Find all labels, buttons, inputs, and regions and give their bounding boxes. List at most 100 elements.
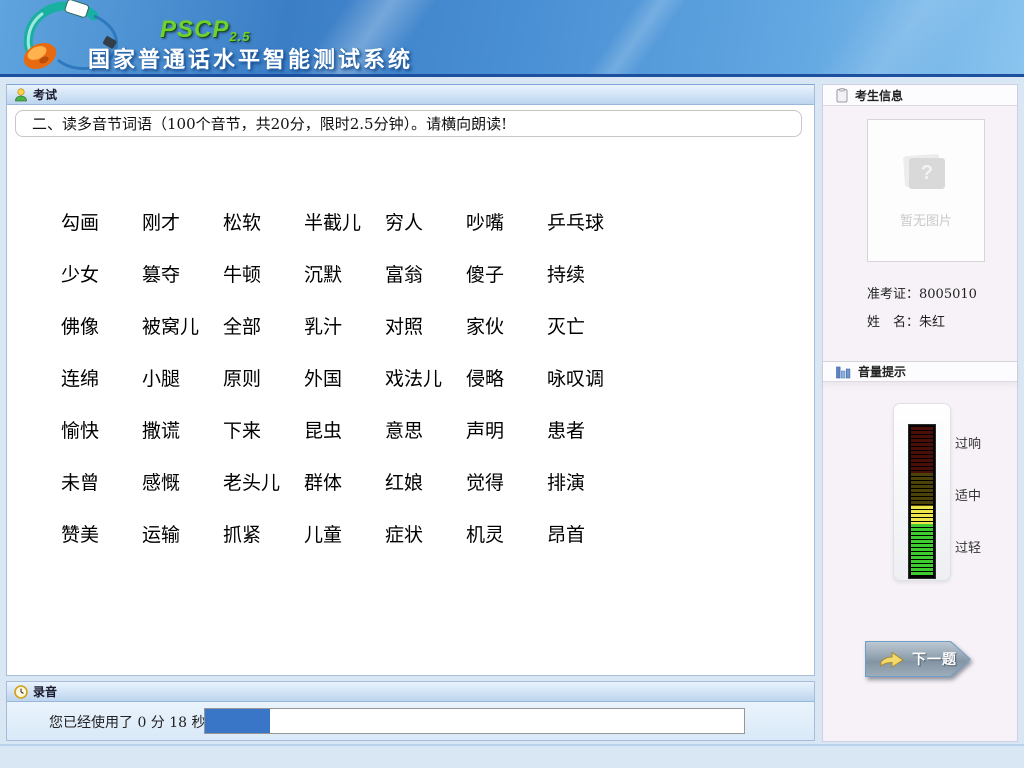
word-item: 乳汁 <box>304 312 385 339</box>
logo-pscp-label: PSCP <box>160 16 229 43</box>
clock-icon <box>14 685 28 699</box>
volume-label-loud: 过响 <box>955 433 981 452</box>
exam-panel: 考试 二、读多音节词语（100个音节，共20分，限时2.5分钟）。请横向朗读! … <box>6 84 815 676</box>
word-item: 勾画 <box>61 208 142 235</box>
next-button-label: 下一题 <box>912 649 957 669</box>
next-question-button[interactable]: 下一题 <box>865 641 971 677</box>
word-row: 愉快撒谎下来昆虫意思声明患者 <box>61 403 628 455</box>
word-item: 机灵 <box>466 520 547 547</box>
word-row: 少女篡夺牛顿沉默富翁傻子持续 <box>61 247 628 299</box>
recording-progress-fill <box>205 709 270 733</box>
word-item: 沉默 <box>304 260 385 287</box>
word-item: 撒谎 <box>142 416 223 443</box>
question-box: 二、读多音节词语（100个音节，共20分，限时2.5分钟）。请横向朗读! <box>15 110 802 137</box>
exam-section-label: 考试 <box>33 86 57 103</box>
question-text: 二、读多音节词语（100个音节，共20分，限时2.5分钟）。请横向朗读! <box>32 113 507 134</box>
word-grid: 勾画刚才松软半截儿穷人吵嘴乒乓球少女篡夺牛顿沉默富翁傻子持续佛像被窝儿全部乳汁对… <box>61 195 628 559</box>
candidate-info-label: 考生信息 <box>855 87 903 104</box>
word-item: 松软 <box>223 208 304 235</box>
header-streak-decoration <box>575 0 695 77</box>
word-item: 灭亡 <box>547 312 628 339</box>
word-item: 傻子 <box>466 260 547 287</box>
word-item: 连绵 <box>61 364 142 391</box>
app-title: 国家普通话水平智能测试系统 <box>88 42 413 74</box>
elapsed-time-text: 您已经使用了 0 分 18 秒 <box>49 712 206 732</box>
word-item: 吵嘴 <box>466 208 547 235</box>
candidate-info-header: 考生信息 <box>823 85 1017 106</box>
word-item: 佛像 <box>61 312 142 339</box>
word-item: 对照 <box>385 312 466 339</box>
candidate-photo-placeholder: ? 暂无图片 <box>867 119 985 262</box>
bar-chart-icon <box>836 365 851 379</box>
volume-label-medium: 适中 <box>955 485 981 504</box>
meter-zone-loud-unlit <box>911 427 933 473</box>
volume-section-header: 音量提示 <box>823 361 1017 382</box>
candidate-name-line: 姓 名：朱红 <box>867 311 945 330</box>
word-row: 未曾感慨老头儿群体红娘觉得排演 <box>61 455 628 507</box>
word-row: 勾画刚才松软半截儿穷人吵嘴乒乓球 <box>61 195 628 247</box>
meter-zone-mid-unlit <box>911 473 933 506</box>
word-item: 昂首 <box>547 520 628 547</box>
arrow-right-icon <box>879 649 905 669</box>
ticket-number-line: 准考证：8005010 <box>867 283 977 302</box>
word-item: 小腿 <box>142 364 223 391</box>
word-item: 牛顿 <box>223 260 304 287</box>
word-row: 连绵小腿原则外国戏法儿侵略咏叹调 <box>61 351 628 403</box>
word-item: 被窝儿 <box>142 312 223 339</box>
no-photo-text: 暂无图片 <box>868 210 984 229</box>
word-item: 富翁 <box>385 260 466 287</box>
word-item: 未曾 <box>61 468 142 495</box>
meter-zone-mid-lit <box>911 506 933 524</box>
word-item: 乒乓球 <box>547 208 628 235</box>
word-item: 少女 <box>61 260 142 287</box>
word-item: 运输 <box>142 520 223 547</box>
word-item: 意思 <box>385 416 466 443</box>
word-item: 红娘 <box>385 468 466 495</box>
word-item: 外国 <box>304 364 385 391</box>
word-item: 刚才 <box>142 208 223 235</box>
word-item: 咏叹调 <box>547 364 628 391</box>
word-item: 半截儿 <box>304 208 385 235</box>
word-item: 戏法儿 <box>385 364 466 391</box>
pscp-test-window: PSCP2.5 国家普通话水平智能测试系统 考试 二、读多音节词语（100个音节… <box>0 0 1024 768</box>
word-item: 昆虫 <box>304 416 385 443</box>
exam-section-bar: 考试 <box>7 85 814 105</box>
word-item: 感慨 <box>142 468 223 495</box>
word-item: 穷人 <box>385 208 466 235</box>
app-header: PSCP2.5 国家普通话水平智能测试系统 <box>0 0 1024 77</box>
word-item: 原则 <box>223 364 304 391</box>
logo-text: PSCP2.5 <box>160 16 250 44</box>
word-item: 全部 <box>223 312 304 339</box>
next-button-edge: 下一题 <box>865 641 971 677</box>
word-row: 佛像被窝儿全部乳汁对照家伙灭亡 <box>61 299 628 351</box>
sidebar: 考生信息 ? 暂无图片 准考证：8005010 姓 名：朱红 音量提示 过响 适… <box>822 84 1018 742</box>
word-item: 篡夺 <box>142 260 223 287</box>
placeholder-glyph: ? <box>909 158 945 189</box>
word-item: 患者 <box>547 416 628 443</box>
next-button-face: 下一题 <box>866 642 970 676</box>
word-item: 儿童 <box>304 520 385 547</box>
header-streak-decoration <box>805 0 995 77</box>
recording-section-label: 录音 <box>33 683 57 700</box>
word-item: 侵略 <box>466 364 547 391</box>
recording-progress-bar <box>204 708 745 734</box>
recording-section-bar: 录音 <box>7 682 814 702</box>
question-mark-placeholder-icon: ? <box>909 158 945 189</box>
word-item: 症状 <box>385 520 466 547</box>
word-item: 家伙 <box>466 312 547 339</box>
word-item: 赞美 <box>61 520 142 547</box>
bottom-divider <box>0 744 1024 746</box>
word-item: 抓紧 <box>223 520 304 547</box>
word-row: 赞美运输抓紧儿童症状机灵昂首 <box>61 507 628 559</box>
clipboard-icon <box>836 88 848 103</box>
word-item: 排演 <box>547 468 628 495</box>
volume-section-label: 音量提示 <box>858 363 906 380</box>
word-item: 老头儿 <box>223 468 304 495</box>
word-item: 愉快 <box>61 416 142 443</box>
volume-meter <box>908 424 936 579</box>
word-item: 持续 <box>547 260 628 287</box>
recording-panel: 录音 您已经使用了 0 分 18 秒 <box>6 681 815 741</box>
volume-meter-panel <box>893 403 951 581</box>
word-item: 觉得 <box>466 468 547 495</box>
word-item: 声明 <box>466 416 547 443</box>
